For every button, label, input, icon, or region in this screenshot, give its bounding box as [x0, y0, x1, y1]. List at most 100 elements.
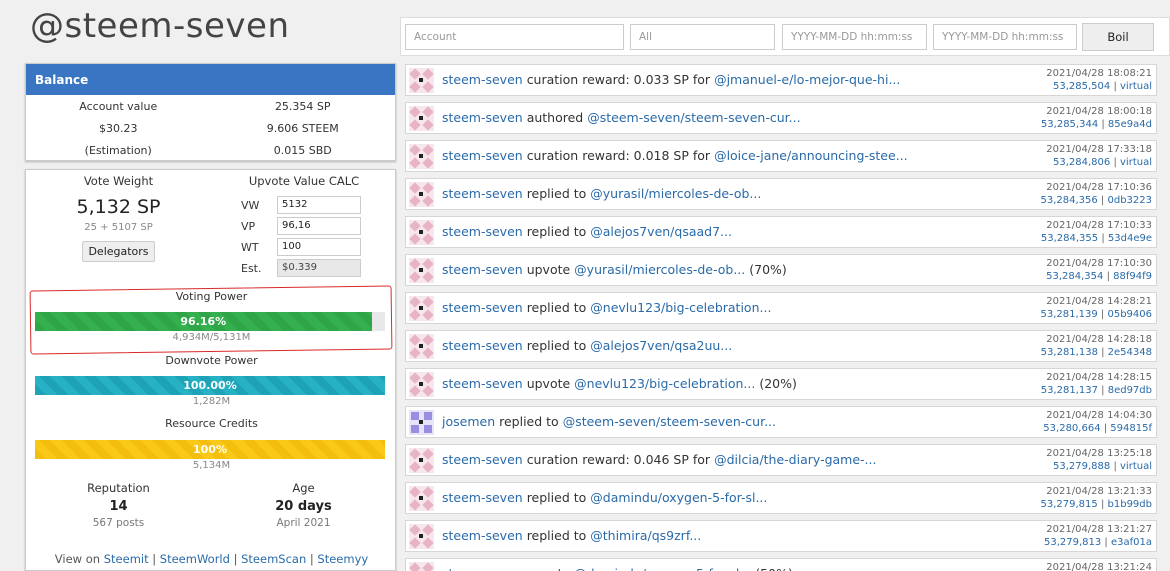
feed-post-link[interactable]: @damindu/oxygen-5-for-sl...: [574, 566, 751, 571]
feed-post-link[interactable]: @damindu/oxygen-5-for-sl...: [590, 490, 767, 505]
feed-user-link[interactable]: steem-seven: [442, 148, 523, 163]
user-avatar[interactable]: [409, 448, 434, 473]
feed-block-link[interactable]: 53,284,806: [1053, 157, 1110, 168]
feed-tx-tag[interactable]: 594815f: [1110, 423, 1152, 434]
feed-tx-tag[interactable]: virtual: [1120, 157, 1152, 168]
feed-meta: 2021/04/28 13:25:18 53,279,888 | virtual: [1046, 448, 1152, 472]
feed-timestamp: 2021/04/28 17:10:30: [1046, 258, 1152, 269]
user-avatar[interactable]: [409, 334, 434, 359]
feed-tx-tag[interactable]: 05b9406: [1107, 309, 1152, 320]
feed-tx-tag[interactable]: e3af01a: [1111, 537, 1152, 548]
from-date-input[interactable]: YYYY-MM-DD hh:mm:ss: [782, 24, 927, 50]
feed-timestamp: 2021/04/28 13:21:24: [1046, 562, 1152, 571]
feed-tx-tag[interactable]: b1b99db: [1108, 499, 1152, 510]
boil-button[interactable]: Boil: [1082, 23, 1154, 51]
feed-post-link[interactable]: @yurasil/miercoles-de-ob...: [574, 262, 745, 277]
feed-post-link[interactable]: @steem-seven/steem-seven-cur...: [563, 414, 776, 429]
user-avatar[interactable]: [409, 68, 434, 93]
type-filter-select[interactable]: All: [630, 24, 775, 50]
steemscan-link[interactable]: SteemScan: [241, 552, 306, 566]
feed-post-link[interactable]: @nevlu123/big-celebration...: [590, 300, 771, 315]
user-avatar[interactable]: [409, 258, 434, 283]
user-avatar[interactable]: [409, 220, 434, 245]
feed-action-text: authored: [526, 110, 584, 125]
steemworld-page: @steem-seven Balance Account value 25.35…: [0, 0, 1170, 571]
user-avatar[interactable]: [409, 486, 434, 511]
feed-user-link[interactable]: josemen: [442, 414, 495, 429]
feed-block-link[interactable]: 53,284,356: [1040, 195, 1097, 206]
feed-user-link[interactable]: steem-seven: [442, 490, 523, 505]
feed-post-link[interactable]: @jmanuel-e/lo-mejor-que-hi...: [714, 72, 900, 87]
feed-block-link[interactable]: 53,280,664: [1043, 423, 1100, 434]
feed-block-link[interactable]: 53,281,139: [1040, 309, 1097, 320]
feed-tx-tag[interactable]: 8ed97db: [1108, 385, 1152, 396]
feed-tx-tag[interactable]: virtual: [1120, 461, 1152, 472]
feed-post-link[interactable]: @yurasil/miercoles-de-ob...: [590, 186, 761, 201]
feed-post-link[interactable]: @alejos7ven/qsaad7...: [590, 224, 732, 239]
feed-user-link[interactable]: steem-seven: [442, 224, 523, 239]
feed-user-link[interactable]: steem-seven: [442, 452, 523, 467]
user-avatar[interactable]: [409, 144, 434, 169]
user-avatar[interactable]: [409, 524, 434, 549]
feed-activity: steem-seven upvote @yurasil/miercoles-de…: [442, 262, 787, 277]
feed-post-link[interactable]: @thimira/qs9zrf...: [590, 528, 701, 543]
feed-tx-tag[interactable]: 0db3223: [1107, 195, 1152, 206]
feed-user-link[interactable]: steem-seven: [442, 300, 523, 315]
feed-meta: 2021/04/28 18:08:21 53,285,504 | virtual: [1046, 68, 1152, 92]
steemit-link[interactable]: Steemit: [104, 552, 149, 566]
user-avatar[interactable]: [409, 106, 434, 131]
feed-block-link[interactable]: 53,281,138: [1041, 347, 1098, 358]
feed-post-link[interactable]: @steem-seven/steem-seven-cur...: [587, 110, 800, 125]
calc-wt-input[interactable]: 100: [277, 238, 361, 256]
user-avatar[interactable]: [409, 296, 434, 321]
feed-block-link[interactable]: 53,279,815: [1041, 499, 1098, 510]
feed-block-link[interactable]: 53,284,354: [1046, 271, 1103, 282]
delegators-button[interactable]: Delegators: [82, 241, 155, 262]
balance-header[interactable]: Balance: [26, 64, 395, 95]
feed-post-link[interactable]: @nevlu123/big-celebration...: [574, 376, 755, 391]
feed-meta: 2021/04/28 14:04:30 53,280,664 | 594815f: [1043, 410, 1152, 434]
feed-post-link[interactable]: @dilcia/the-diary-game-...: [714, 452, 876, 467]
calc-vw-input[interactable]: 5132: [277, 196, 361, 214]
calc-row-vp: VP 96,16: [241, 217, 361, 235]
user-avatar[interactable]: [409, 562, 434, 571]
account-filter-input[interactable]: Account: [405, 24, 624, 50]
feed-user-link[interactable]: steem-seven: [442, 528, 523, 543]
activity-feed: steem-seven curation reward: 0.033 SP fo…: [405, 64, 1157, 571]
feed-tx-tag[interactable]: 53d4e9e: [1108, 233, 1152, 244]
feed-tx-tag[interactable]: 85e9a4d: [1108, 119, 1152, 130]
feed-user-link[interactable]: steem-seven: [442, 376, 523, 391]
feed-user-link[interactable]: steem-seven: [442, 186, 523, 201]
user-avatar[interactable]: [409, 372, 434, 397]
feed-tx-tag[interactable]: 88f94f9: [1113, 271, 1152, 282]
feed-user-link[interactable]: steem-seven: [442, 262, 523, 277]
feed-block-link[interactable]: 53,284,355: [1041, 233, 1098, 244]
feed-post-link[interactable]: @loice-jane/announcing-stee...: [714, 148, 908, 163]
steemyy-link[interactable]: Steemyy: [317, 552, 368, 566]
downvote-power-label: Downvote Power: [165, 354, 258, 367]
calc-vp-input[interactable]: 96,16: [277, 217, 361, 235]
feed-row: steem-seven upvote @yurasil/miercoles-de…: [405, 254, 1157, 286]
feed-block-link[interactable]: 53,279,888: [1053, 461, 1110, 472]
feed-block-link[interactable]: 53,279,813: [1044, 537, 1101, 548]
feed-block-link[interactable]: 53,285,504: [1053, 81, 1110, 92]
feed-meta: 2021/04/28 13:21:33 53,279,815 | b1b99db: [1040, 486, 1152, 510]
feed-timestamp: 2021/04/28 17:10:33: [1046, 220, 1152, 231]
user-avatar[interactable]: [409, 182, 434, 207]
user-avatar[interactable]: [409, 410, 434, 435]
feed-block-link[interactable]: 53,281,137: [1041, 385, 1098, 396]
to-date-input[interactable]: YYYY-MM-DD hh:mm:ss: [933, 24, 1077, 50]
feed-tx-tag[interactable]: virtual: [1120, 81, 1152, 92]
feed-block-link[interactable]: 53,285,344: [1041, 119, 1098, 130]
balance-row: Account value 25.354 SP: [26, 95, 395, 117]
steemworld-link[interactable]: SteemWorld: [160, 552, 230, 566]
feed-user-link[interactable]: steem-seven: [442, 338, 523, 353]
view-on-label: View on: [54, 552, 101, 566]
feed-activity: steem-seven replied to @alejos7ven/qsaad…: [442, 224, 732, 239]
feed-user-link[interactable]: steem-seven: [442, 72, 523, 87]
feed-post-link[interactable]: @alejos7ven/qsa2uu...: [590, 338, 732, 353]
balance-row: (Estimation) 0.015 SBD: [26, 139, 395, 161]
feed-user-link[interactable]: steem-seven: [442, 566, 523, 571]
feed-user-link[interactable]: steem-seven: [442, 110, 523, 125]
feed-tx-tag[interactable]: 2e54348: [1108, 347, 1152, 358]
